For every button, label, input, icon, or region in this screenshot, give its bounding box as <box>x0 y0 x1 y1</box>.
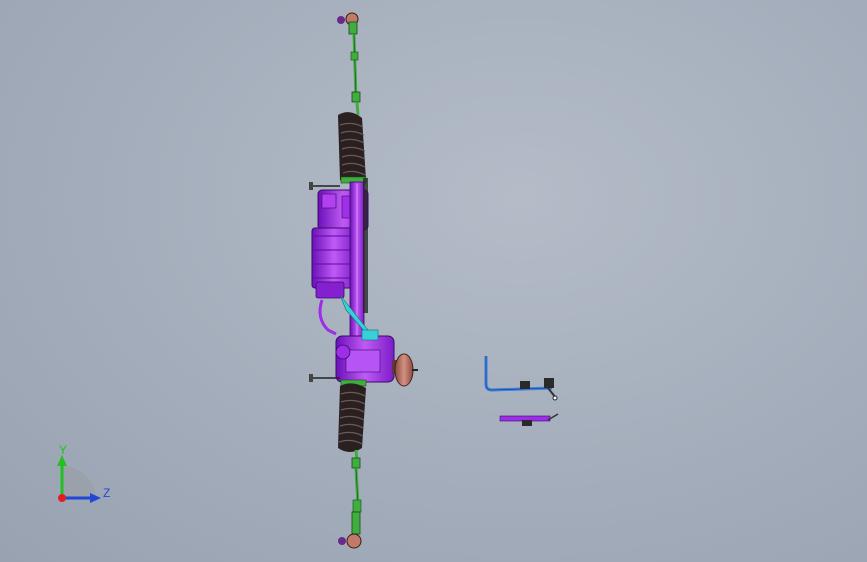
upper-bellows-boot[interactable] <box>338 112 367 184</box>
upper-mount-bolt[interactable] <box>309 182 340 190</box>
upper-tie-rod[interactable] <box>337 12 361 116</box>
upper-nut <box>337 16 345 24</box>
lower-mount-bolt[interactable] <box>309 374 340 382</box>
lower-nut <box>338 537 346 545</box>
triad-origin <box>58 494 66 502</box>
coordinate-triad: Y Z <box>57 443 110 503</box>
z-axis-label: Z <box>103 486 110 500</box>
lower-bellows-boot[interactable] <box>338 379 367 452</box>
lower-ball-joint[interactable] <box>346 533 362 549</box>
y-axis-label: Y <box>59 443 67 457</box>
lower-tie-rod[interactable] <box>338 449 362 549</box>
pinion-housing[interactable] <box>335 329 395 383</box>
graphics-viewport[interactable]: Y Z <box>0 0 867 562</box>
bracket-assembly-lower[interactable] <box>499 413 559 426</box>
bracket-assembly-upper[interactable] <box>484 356 558 401</box>
cad-scene[interactable]: Y Z <box>0 0 867 562</box>
input-shaft-flange[interactable] <box>392 353 418 387</box>
